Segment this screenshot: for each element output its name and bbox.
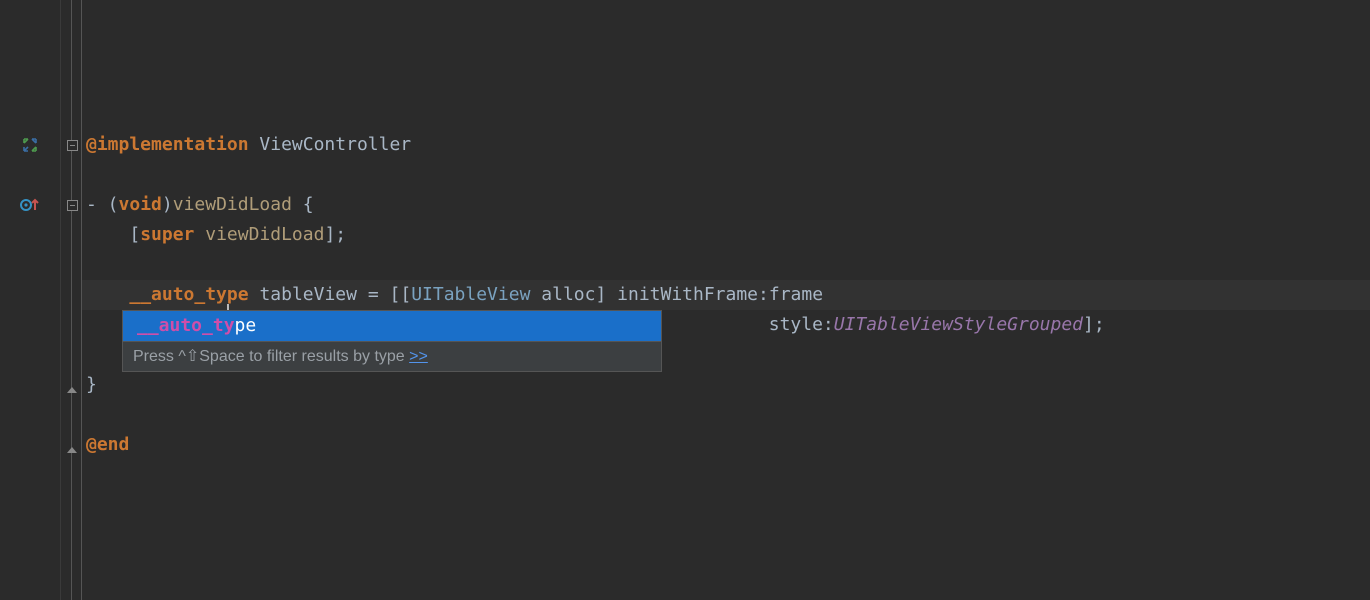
code-line[interactable]: __auto_type frame = self.view.frame;: [82, 250, 1370, 280]
autocomplete-hint: Press ^⇧Space to filter results by type …: [123, 341, 661, 371]
code-line[interactable]: }: [82, 370, 1370, 400]
keyword-void: void: [119, 194, 162, 215]
class-uitableview: UITableView: [411, 284, 530, 305]
class-name: ViewController: [259, 134, 411, 155]
expand-icon[interactable]: [0, 130, 60, 160]
code-line[interactable]: [82, 160, 1370, 190]
selector-style: style: [769, 314, 823, 335]
enum-uitableviewstylegrouped: UITableViewStyleGrouped: [834, 314, 1083, 335]
code-line[interactable]: [82, 400, 1370, 430]
fold-toggle-icon[interactable]: [61, 130, 83, 160]
selector-initwithframe: initWithFrame: [617, 284, 758, 305]
fold-end-icon[interactable]: [61, 375, 83, 405]
message-viewdidload: viewDidLoad: [205, 224, 324, 245]
autocomplete-popup[interactable]: __auto_type Press ^⇧Space to filter resu…: [122, 310, 662, 372]
keyword-end: @end: [86, 434, 129, 455]
fold-column: [60, 0, 82, 600]
code-line[interactable]: @implementation ViewController: [82, 130, 1370, 160]
fold-toggle-icon[interactable]: [61, 190, 83, 220]
autocomplete-hint-link[interactable]: >>: [409, 348, 428, 365]
autocomplete-match: __auto_ty: [137, 315, 235, 336]
code-line[interactable]: [super viewDidLoad];: [82, 220, 1370, 250]
autocomplete-rest: pe: [235, 315, 257, 336]
override-icon[interactable]: [0, 190, 60, 220]
brace-close: }: [86, 374, 97, 395]
code-line[interactable]: [82, 60, 1370, 90]
variable-tableview: tableView: [259, 284, 357, 305]
method-name: viewDidLoad: [173, 194, 292, 215]
gutter: [0, 0, 60, 600]
code-line[interactable]: [82, 90, 1370, 120]
code-line[interactable]: [82, 30, 1370, 60]
code-line-current[interactable]: __auto_type tableView = [[UITableView al…: [82, 280, 1370, 310]
message-alloc: alloc: [541, 284, 595, 305]
code-editor[interactable]: @implementation ViewController - (void)v…: [0, 0, 1370, 600]
keyword-super: super: [140, 224, 194, 245]
code-area[interactable]: @implementation ViewController - (void)v…: [82, 0, 1370, 600]
code-line[interactable]: [82, 0, 1370, 30]
code-line[interactable]: @end: [82, 430, 1370, 460]
keyword-implementation: @implementation: [86, 134, 249, 155]
keyword-auto-type-partial: __auto_ty: [129, 284, 227, 305]
fold-end-icon[interactable]: [61, 435, 83, 465]
autocomplete-item[interactable]: __auto_type: [123, 311, 661, 341]
code-line[interactable]: - (void)viewDidLoad {: [82, 190, 1370, 220]
